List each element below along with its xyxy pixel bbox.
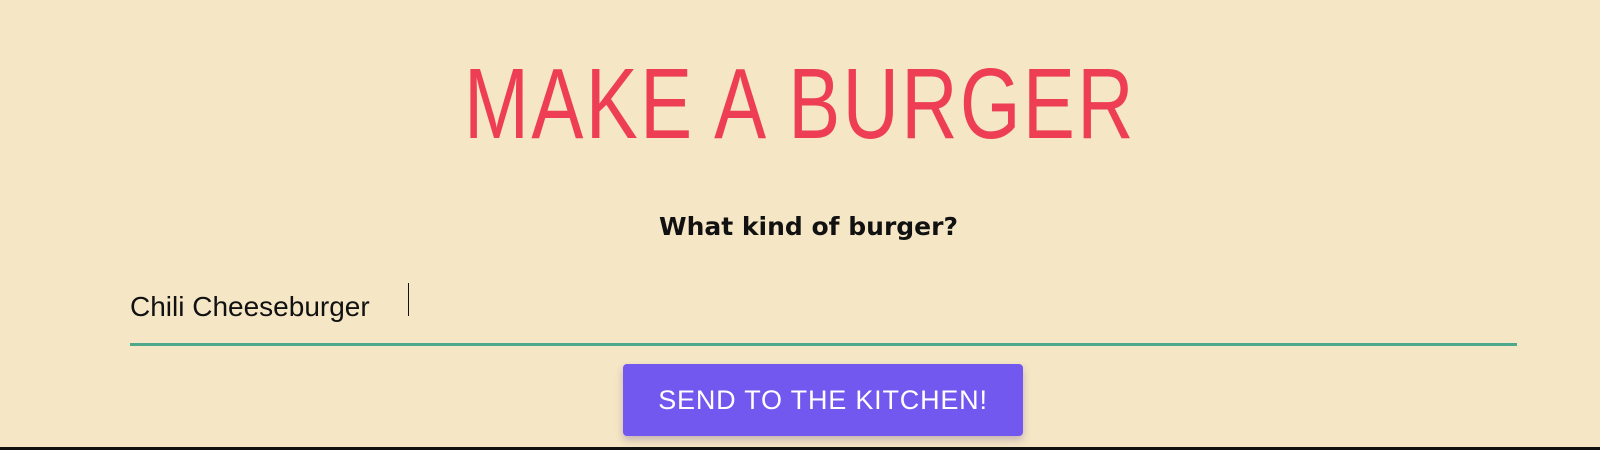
text-cursor	[408, 283, 409, 316]
burger-question-label: What kind of burger?	[659, 212, 958, 241]
send-to-kitchen-button[interactable]: SEND TO THE KITCHEN!	[623, 364, 1023, 436]
burger-input[interactable]	[130, 270, 1517, 346]
page-title: MAKE A BURGER	[464, 48, 1136, 160]
burger-page: MAKE A BURGER What kind of burger? SEND …	[0, 0, 1600, 450]
burger-input-wrapper	[130, 270, 1517, 350]
